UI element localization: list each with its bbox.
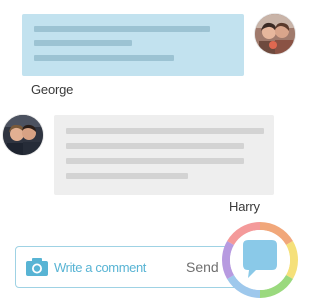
avatar-photo-couple <box>3 115 43 155</box>
text-line <box>66 128 264 134</box>
author-name-george: George <box>31 82 74 97</box>
send-button[interactable]: Send <box>186 257 219 277</box>
chat-button[interactable] <box>220 220 300 300</box>
avatar-photo-couple <box>255 14 295 54</box>
text-line <box>66 158 244 164</box>
text-line <box>34 55 174 61</box>
text-line <box>66 143 244 149</box>
text-line <box>66 173 188 179</box>
avatar-george[interactable] <box>255 14 295 54</box>
author-name-harry: Harry <box>229 199 260 214</box>
speech-bubble-icon <box>221 222 299 298</box>
message-bubble-harry <box>54 115 274 195</box>
text-line <box>34 40 132 46</box>
text-line <box>34 26 210 32</box>
camera-icon[interactable] <box>25 257 49 277</box>
avatar-harry[interactable] <box>3 115 43 155</box>
chat-screen: George Harry Send <box>0 0 300 300</box>
comment-input[interactable] <box>54 257 180 277</box>
message-bubble-george <box>22 14 244 76</box>
